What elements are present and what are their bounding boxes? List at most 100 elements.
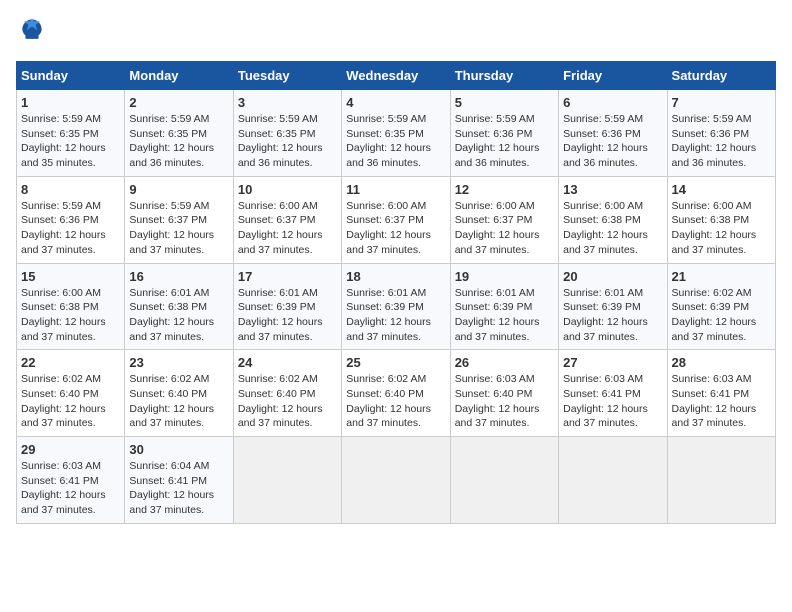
- day-cell: 12 Sunrise: 6:00 AM Sunset: 6:37 PM Dayl…: [450, 176, 558, 263]
- day-cell: 3 Sunrise: 5:59 AM Sunset: 6:35 PM Dayli…: [233, 90, 341, 177]
- day-info: Sunrise: 5:59 AM Sunset: 6:35 PM Dayligh…: [21, 112, 120, 171]
- day-info: Sunrise: 6:03 AM Sunset: 6:40 PM Dayligh…: [455, 372, 554, 431]
- day-cell: 13 Sunrise: 6:00 AM Sunset: 6:38 PM Dayl…: [559, 176, 667, 263]
- day-info: Sunrise: 5:59 AM Sunset: 6:36 PM Dayligh…: [455, 112, 554, 171]
- page-header: [16, 16, 776, 49]
- day-number: 15: [21, 269, 120, 284]
- day-info: Sunrise: 6:04 AM Sunset: 6:41 PM Dayligh…: [129, 459, 228, 518]
- calendar-body: 1 Sunrise: 5:59 AM Sunset: 6:35 PM Dayli…: [17, 90, 776, 524]
- day-cell: [559, 437, 667, 524]
- day-info: Sunrise: 6:01 AM Sunset: 6:39 PM Dayligh…: [238, 286, 337, 345]
- day-info: Sunrise: 5:59 AM Sunset: 6:35 PM Dayligh…: [129, 112, 228, 171]
- day-info: Sunrise: 6:03 AM Sunset: 6:41 PM Dayligh…: [21, 459, 120, 518]
- day-number: 8: [21, 182, 120, 197]
- day-header-sunday: Sunday: [17, 62, 125, 90]
- day-info: Sunrise: 6:00 AM Sunset: 6:37 PM Dayligh…: [346, 199, 445, 258]
- day-cell: [233, 437, 341, 524]
- day-number: 24: [238, 355, 337, 370]
- day-cell: 19 Sunrise: 6:01 AM Sunset: 6:39 PM Dayl…: [450, 263, 558, 350]
- day-info: Sunrise: 5:59 AM Sunset: 6:36 PM Dayligh…: [672, 112, 771, 171]
- day-info: Sunrise: 6:02 AM Sunset: 6:40 PM Dayligh…: [21, 372, 120, 431]
- day-number: 13: [563, 182, 662, 197]
- day-header-thursday: Thursday: [450, 62, 558, 90]
- day-number: 1: [21, 95, 120, 110]
- day-info: Sunrise: 6:00 AM Sunset: 6:38 PM Dayligh…: [21, 286, 120, 345]
- day-number: 23: [129, 355, 228, 370]
- day-number: 9: [129, 182, 228, 197]
- day-cell: 7 Sunrise: 5:59 AM Sunset: 6:36 PM Dayli…: [667, 90, 775, 177]
- day-cell: 25 Sunrise: 6:02 AM Sunset: 6:40 PM Dayl…: [342, 350, 450, 437]
- day-cell: 22 Sunrise: 6:02 AM Sunset: 6:40 PM Dayl…: [17, 350, 125, 437]
- day-cell: 14 Sunrise: 6:00 AM Sunset: 6:38 PM Dayl…: [667, 176, 775, 263]
- day-cell: 24 Sunrise: 6:02 AM Sunset: 6:40 PM Dayl…: [233, 350, 341, 437]
- day-cell: 23 Sunrise: 6:02 AM Sunset: 6:40 PM Dayl…: [125, 350, 233, 437]
- logo: [16, 16, 46, 49]
- day-number: 6: [563, 95, 662, 110]
- day-number: 28: [672, 355, 771, 370]
- day-cell: 1 Sunrise: 5:59 AM Sunset: 6:35 PM Dayli…: [17, 90, 125, 177]
- day-header-tuesday: Tuesday: [233, 62, 341, 90]
- day-cell: 20 Sunrise: 6:01 AM Sunset: 6:39 PM Dayl…: [559, 263, 667, 350]
- day-info: Sunrise: 6:02 AM Sunset: 6:40 PM Dayligh…: [129, 372, 228, 431]
- day-info: Sunrise: 6:02 AM Sunset: 6:40 PM Dayligh…: [238, 372, 337, 431]
- day-info: Sunrise: 6:01 AM Sunset: 6:39 PM Dayligh…: [563, 286, 662, 345]
- day-number: 21: [672, 269, 771, 284]
- week-row-4: 22 Sunrise: 6:02 AM Sunset: 6:40 PM Dayl…: [17, 350, 776, 437]
- day-cell: 5 Sunrise: 5:59 AM Sunset: 6:36 PM Dayli…: [450, 90, 558, 177]
- day-number: 7: [672, 95, 771, 110]
- day-number: 20: [563, 269, 662, 284]
- week-row-2: 8 Sunrise: 5:59 AM Sunset: 6:36 PM Dayli…: [17, 176, 776, 263]
- day-header-friday: Friday: [559, 62, 667, 90]
- day-cell: 16 Sunrise: 6:01 AM Sunset: 6:38 PM Dayl…: [125, 263, 233, 350]
- day-cell: 9 Sunrise: 5:59 AM Sunset: 6:37 PM Dayli…: [125, 176, 233, 263]
- day-number: 19: [455, 269, 554, 284]
- day-info: Sunrise: 6:03 AM Sunset: 6:41 PM Dayligh…: [563, 372, 662, 431]
- day-header-saturday: Saturday: [667, 62, 775, 90]
- day-number: 10: [238, 182, 337, 197]
- day-number: 30: [129, 442, 228, 457]
- day-cell: 18 Sunrise: 6:01 AM Sunset: 6:39 PM Dayl…: [342, 263, 450, 350]
- day-cell: 29 Sunrise: 6:03 AM Sunset: 6:41 PM Dayl…: [17, 437, 125, 524]
- day-cell: 17 Sunrise: 6:01 AM Sunset: 6:39 PM Dayl…: [233, 263, 341, 350]
- day-number: 29: [21, 442, 120, 457]
- day-cell: 8 Sunrise: 5:59 AM Sunset: 6:36 PM Dayli…: [17, 176, 125, 263]
- day-cell: 30 Sunrise: 6:04 AM Sunset: 6:41 PM Dayl…: [125, 437, 233, 524]
- day-cell: [667, 437, 775, 524]
- day-info: Sunrise: 6:01 AM Sunset: 6:39 PM Dayligh…: [455, 286, 554, 345]
- day-info: Sunrise: 5:59 AM Sunset: 6:37 PM Dayligh…: [129, 199, 228, 258]
- day-number: 22: [21, 355, 120, 370]
- day-info: Sunrise: 6:01 AM Sunset: 6:39 PM Dayligh…: [346, 286, 445, 345]
- day-info: Sunrise: 6:00 AM Sunset: 6:37 PM Dayligh…: [238, 199, 337, 258]
- day-cell: 6 Sunrise: 5:59 AM Sunset: 6:36 PM Dayli…: [559, 90, 667, 177]
- day-info: Sunrise: 5:59 AM Sunset: 6:36 PM Dayligh…: [563, 112, 662, 171]
- day-info: Sunrise: 6:00 AM Sunset: 6:38 PM Dayligh…: [563, 199, 662, 258]
- day-cell: 28 Sunrise: 6:03 AM Sunset: 6:41 PM Dayl…: [667, 350, 775, 437]
- day-number: 16: [129, 269, 228, 284]
- day-info: Sunrise: 5:59 AM Sunset: 6:36 PM Dayligh…: [21, 199, 120, 258]
- day-number: 18: [346, 269, 445, 284]
- week-row-3: 15 Sunrise: 6:00 AM Sunset: 6:38 PM Dayl…: [17, 263, 776, 350]
- day-info: Sunrise: 6:03 AM Sunset: 6:41 PM Dayligh…: [672, 372, 771, 431]
- day-number: 17: [238, 269, 337, 284]
- day-info: Sunrise: 5:59 AM Sunset: 6:35 PM Dayligh…: [238, 112, 337, 171]
- day-cell: 26 Sunrise: 6:03 AM Sunset: 6:40 PM Dayl…: [450, 350, 558, 437]
- day-number: 14: [672, 182, 771, 197]
- week-row-5: 29 Sunrise: 6:03 AM Sunset: 6:41 PM Dayl…: [17, 437, 776, 524]
- day-cell: [450, 437, 558, 524]
- day-cell: 2 Sunrise: 5:59 AM Sunset: 6:35 PM Dayli…: [125, 90, 233, 177]
- logo-icon: [18, 16, 46, 44]
- day-info: Sunrise: 6:01 AM Sunset: 6:38 PM Dayligh…: [129, 286, 228, 345]
- day-cell: [342, 437, 450, 524]
- week-row-1: 1 Sunrise: 5:59 AM Sunset: 6:35 PM Dayli…: [17, 90, 776, 177]
- calendar-table: SundayMondayTuesdayWednesdayThursdayFrid…: [16, 61, 776, 524]
- day-number: 26: [455, 355, 554, 370]
- day-info: Sunrise: 6:00 AM Sunset: 6:38 PM Dayligh…: [672, 199, 771, 258]
- day-info: Sunrise: 6:02 AM Sunset: 6:39 PM Dayligh…: [672, 286, 771, 345]
- day-cell: 27 Sunrise: 6:03 AM Sunset: 6:41 PM Dayl…: [559, 350, 667, 437]
- day-info: Sunrise: 5:59 AM Sunset: 6:35 PM Dayligh…: [346, 112, 445, 171]
- day-number: 2: [129, 95, 228, 110]
- day-cell: 11 Sunrise: 6:00 AM Sunset: 6:37 PM Dayl…: [342, 176, 450, 263]
- day-number: 25: [346, 355, 445, 370]
- day-number: 4: [346, 95, 445, 110]
- day-number: 27: [563, 355, 662, 370]
